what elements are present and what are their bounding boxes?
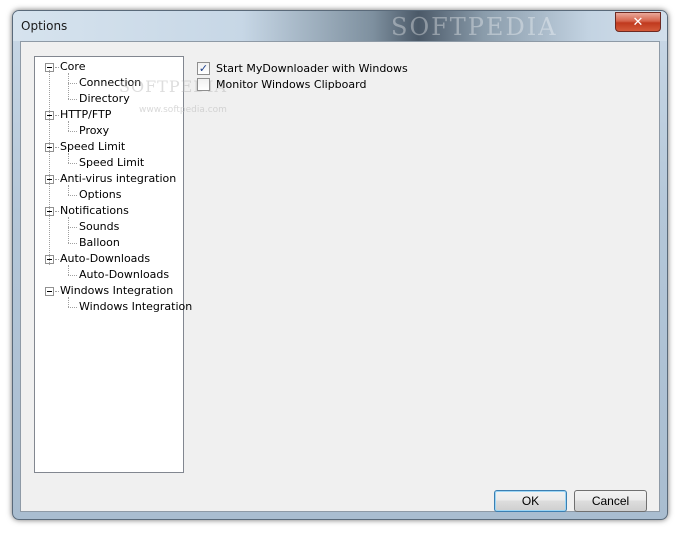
dialog-client-area: Core Connection Directory HTTP/FTP Proxy Spee… (20, 41, 660, 512)
minus-icon[interactable] (45, 287, 54, 296)
tree-connector (68, 73, 69, 99)
tree-connector (55, 259, 59, 260)
checkmark-icon[interactable]: ✓ (197, 61, 210, 75)
tree-connector (68, 99, 77, 100)
tree-connector (68, 275, 77, 276)
tree-item-windows-integration[interactable]: Windows Integration (60, 283, 173, 299)
tree-connector (68, 153, 69, 163)
tree-item-speed-limit[interactable]: Speed Limit (60, 139, 125, 155)
start-with-windows-option[interactable]: ✓ Start MyDownloader with Windows (197, 60, 408, 76)
tree-connector (68, 83, 77, 84)
tree-subitem-options[interactable]: Options (79, 187, 121, 203)
tree-connector (68, 121, 69, 131)
monitor-clipboard-option[interactable]: Monitor Windows Clipboard (197, 76, 366, 92)
tree-item-anti-virus-integration[interactable]: Anti-virus integration (60, 171, 176, 187)
tree-connector (55, 67, 59, 68)
tree-connector (55, 211, 59, 212)
tree-connector (68, 163, 77, 164)
tree-item-core[interactable]: Core (60, 59, 85, 75)
tree-item-notifications[interactable]: Notifications (60, 203, 129, 219)
ok-button[interactable]: OK (494, 490, 567, 512)
tree-subitem-sounds[interactable]: Sounds (79, 219, 119, 235)
tree-subitem-windows-integration[interactable]: Windows Integration (79, 299, 192, 315)
tree-connector (49, 70, 50, 265)
tree-connector (55, 147, 59, 148)
window-title: Options (21, 19, 68, 33)
title-bar[interactable]: Options SOFTPEDIA ✕ (13, 11, 667, 41)
tree-connector (68, 297, 69, 307)
url-watermark: www.softpedia.com (139, 105, 227, 115)
tree-connector (68, 185, 69, 195)
tree-subitem-auto-downloads[interactable]: Auto-Downloads (79, 267, 169, 283)
title-watermark: SOFTPEDIA (391, 13, 558, 41)
tree-connector (68, 217, 69, 243)
monitor-clipboard-label: Monitor Windows Clipboard (216, 77, 367, 91)
close-icon: ✕ (632, 14, 644, 30)
tree-subitem-proxy[interactable]: Proxy (79, 123, 109, 139)
tree-subitem-speed-limit[interactable]: Speed Limit (79, 155, 144, 171)
tree-connector (68, 307, 77, 308)
tree-connector (68, 265, 69, 275)
tree-subitem-balloon[interactable]: Balloon (79, 235, 120, 251)
tree-connector (68, 227, 77, 228)
tree-connector (55, 179, 59, 180)
start-with-windows-label: Start MyDownloader with Windows (216, 61, 408, 75)
options-window: Options SOFTPEDIA ✕ Core Connection Direct… (12, 10, 668, 520)
close-button[interactable]: ✕ (615, 12, 661, 32)
tree-connector (68, 195, 77, 196)
tree-connector (68, 243, 77, 244)
options-tree[interactable]: Core Connection Directory HTTP/FTP Proxy Spee… (34, 56, 192, 473)
cancel-button[interactable]: Cancel (574, 490, 647, 512)
tree-item-auto-downloads[interactable]: Auto-Downloads (60, 251, 150, 267)
monitor-clipboard-checkbox[interactable] (197, 77, 210, 91)
tree-connector (55, 115, 59, 116)
tree-connector (55, 291, 59, 292)
tree-connector (68, 131, 77, 132)
